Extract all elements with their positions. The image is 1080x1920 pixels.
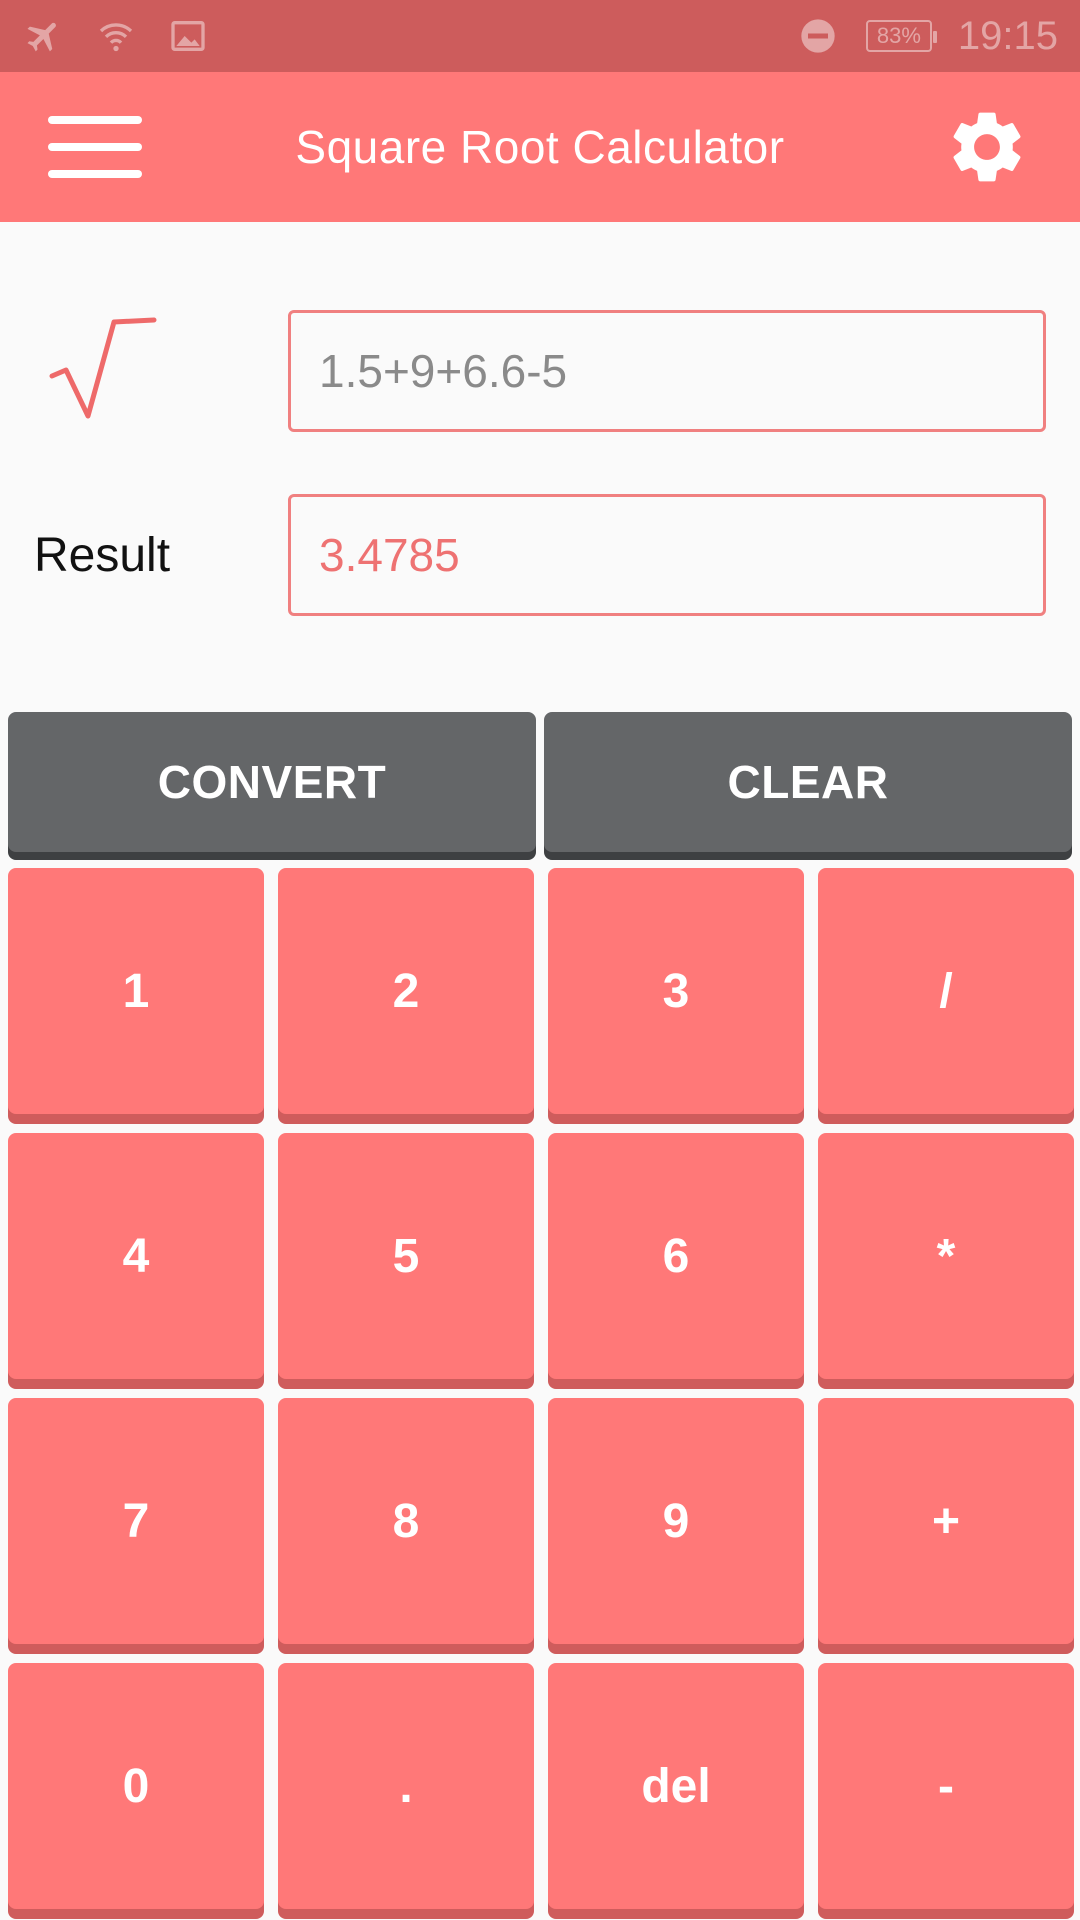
app-bar: Square Root Calculator: [0, 72, 1080, 222]
square-root-icon: [48, 310, 158, 430]
key-5[interactable]: 5: [278, 1133, 534, 1379]
menu-line: [48, 170, 142, 178]
key-3[interactable]: 3: [548, 868, 804, 1114]
key-7[interactable]: 7: [8, 1398, 264, 1644]
menu-line: [48, 116, 142, 124]
battery-indicator: 83%: [865, 20, 937, 52]
convert-button[interactable]: CONVERT: [8, 712, 536, 852]
menu-line: [48, 143, 142, 151]
expression-input[interactable]: 1.5+9+6.6-5: [288, 310, 1046, 432]
status-icons-left: [22, 14, 210, 58]
key-divide[interactable]: /: [818, 868, 1074, 1114]
key-multiply[interactable]: *: [818, 1133, 1074, 1379]
key-delete[interactable]: del: [548, 1663, 804, 1909]
status-bar: 83% 19:15: [0, 0, 1080, 72]
hamburger-menu-icon[interactable]: [48, 110, 142, 184]
result-label: Result: [34, 528, 171, 582]
clear-button[interactable]: CLEAR: [544, 712, 1072, 852]
key-1[interactable]: 1: [8, 868, 264, 1114]
status-time: 19:15: [957, 13, 1058, 58]
key-8[interactable]: 8: [278, 1398, 534, 1644]
key-6[interactable]: 6: [548, 1133, 804, 1379]
wifi-icon: [94, 14, 138, 58]
key-9[interactable]: 9: [548, 1398, 804, 1644]
page-title: Square Root Calculator: [295, 121, 785, 173]
key-0[interactable]: 0: [8, 1663, 264, 1909]
result-field[interactable]: 3.4785: [288, 494, 1046, 616]
status-icons-right: 83% 19:15: [796, 14, 1058, 59]
airplane-mode-icon: [22, 14, 66, 58]
gear-icon[interactable]: [944, 104, 1030, 190]
key-plus[interactable]: +: [818, 1398, 1074, 1644]
key-4[interactable]: 4: [8, 1133, 264, 1379]
do-not-disturb-icon: [796, 14, 840, 58]
key-2[interactable]: 2: [278, 868, 534, 1114]
key-minus[interactable]: -: [818, 1663, 1074, 1909]
image-notification-icon: [166, 14, 210, 58]
key-decimal[interactable]: .: [278, 1663, 534, 1909]
